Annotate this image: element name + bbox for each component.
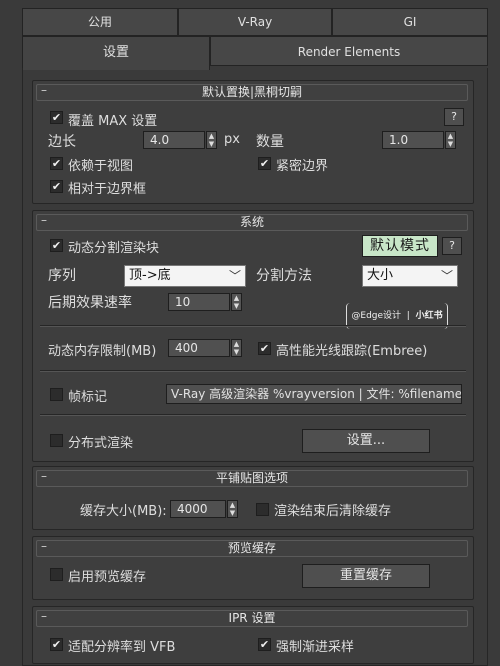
post-effects-rate-field[interactable]: 10	[168, 293, 230, 311]
edge-length-spinner[interactable]: ▲ ▼	[206, 131, 217, 149]
dynamic-split-label: 动态分割渲染块	[68, 241, 160, 256]
system-rollout-header[interactable]: – 系统	[36, 213, 468, 231]
tight-bounds-checkbox[interactable]: ✔	[258, 157, 271, 170]
post-effects-rate-spinner[interactable]: ▲ ▼	[231, 293, 242, 311]
override-max-checkbox[interactable]: ✔	[50, 111, 63, 124]
chevron-down-icon: ﹀	[440, 269, 453, 283]
system-title: 系统	[239, 215, 264, 229]
override-max-label: 覆盖 MAX 设置	[68, 114, 158, 129]
divider	[40, 414, 466, 416]
post-effects-rate-label: 后期效果速率	[48, 295, 132, 311]
relative-bbox-label: 相对于边界框	[68, 182, 147, 197]
edge-length-unit: px	[224, 132, 240, 147]
force-progressive-checkbox[interactable]: ✔	[258, 638, 271, 651]
dynamic-split-checkbox[interactable]: ✔	[50, 239, 63, 252]
preview-cache-title: 预览缓存	[227, 541, 276, 555]
collapse-icon: –	[41, 469, 47, 483]
tiled-texture-title: 平铺贴图选项	[215, 471, 288, 485]
edge-length-field[interactable]: 4.0	[143, 131, 205, 149]
view-dependent-checkbox[interactable]: ✔	[50, 157, 63, 170]
collapse-icon: –	[41, 83, 47, 97]
distributed-settings-button[interactable]: 设置...	[302, 429, 430, 453]
tab-settings[interactable]: 设置	[22, 36, 210, 70]
ipr-rollout-header[interactable]: – IPR 设置	[36, 609, 468, 627]
frame-stamp-checkbox[interactable]	[50, 388, 63, 401]
tiled-texture-rollout-header[interactable]: – 平铺贴图选项	[36, 469, 468, 487]
preview-cache-rollout-header[interactable]: – 预览缓存	[36, 539, 468, 557]
sequence-dropdown[interactable]: 顶->底 ﹀	[124, 265, 246, 287]
fit-vfb-checkbox[interactable]: ✔	[50, 638, 63, 651]
dynamic-memory-label: 动态内存限制(MB)	[48, 344, 157, 359]
view-dependent-label: 依赖于视图	[68, 159, 134, 174]
default-mode-button[interactable]: 默认模式	[362, 235, 438, 257]
frame-stamp-label: 帧标记	[68, 390, 108, 405]
displacement-help-button[interactable]: ?	[444, 108, 464, 126]
displacement-title: 默认置换|黑桐切嗣	[201, 85, 303, 99]
tab-gi[interactable]: GI	[332, 8, 488, 36]
amount-label: 数量	[256, 134, 284, 150]
watermark-divider: |	[403, 311, 413, 321]
tab-vray[interactable]: V-Ray	[178, 8, 332, 36]
collapse-icon: –	[41, 213, 47, 227]
force-progressive-label: 强制渐进采样	[276, 640, 355, 655]
relative-bbox-checkbox[interactable]: ✔	[50, 180, 63, 193]
embree-checkbox[interactable]: ✔	[258, 342, 271, 355]
embree-label: 高性能光线跟踪(Embree)	[276, 344, 428, 359]
chevron-down-icon: ﹀	[228, 269, 241, 283]
tab-render-elements[interactable]: Render Elements	[210, 36, 488, 66]
split-method-value: 大小	[367, 268, 394, 283]
tab-common[interactable]: 公用	[22, 8, 178, 36]
cache-size-field[interactable]: 4000	[170, 500, 226, 518]
amount-spinner[interactable]: ▲ ▼	[445, 131, 456, 149]
divider	[40, 325, 466, 327]
ipr-title: IPR 设置	[228, 611, 276, 625]
clear-cache-label: 渲染结束后清除缓存	[274, 504, 392, 519]
reset-cache-button[interactable]: 重置缓存	[302, 564, 430, 588]
dynamic-memory-spinner[interactable]: ▲ ▼	[231, 339, 242, 357]
cache-size-spinner[interactable]: ▲ ▼	[227, 500, 238, 518]
sequence-label: 序列	[48, 268, 76, 284]
watermark-user: @Edge设计	[351, 311, 402, 321]
collapse-icon: –	[41, 609, 47, 623]
frame-stamp-text-field[interactable]: V-Ray 高级渲染器 %vrayversion | 文件: %filename	[166, 384, 462, 404]
split-method-label: 分割方法	[256, 268, 312, 284]
displacement-rollout-header[interactable]: – 默认置换|黑桐切嗣	[36, 83, 468, 101]
edge-length-label: 边长	[48, 134, 76, 150]
watermark-brand: 小红书	[415, 311, 443, 321]
sequence-value: 顶->底	[129, 268, 171, 283]
distributed-render-label: 分布式渲染	[68, 436, 134, 451]
clear-cache-checkbox[interactable]	[256, 503, 269, 516]
amount-field[interactable]: 1.0	[382, 131, 444, 149]
distributed-render-checkbox[interactable]	[50, 434, 63, 447]
enable-preview-cache-label: 启用预览缓存	[68, 570, 147, 585]
tight-bounds-label: 紧密边界	[276, 159, 329, 174]
divider	[40, 370, 466, 372]
cache-size-label: 缓存大小(MB):	[80, 504, 167, 519]
fit-vfb-label: 适配分辨率到 VFB	[68, 640, 176, 655]
collapse-icon: –	[41, 539, 47, 553]
system-help-button[interactable]: ?	[442, 237, 462, 255]
enable-preview-cache-checkbox[interactable]	[50, 568, 63, 581]
split-method-dropdown[interactable]: 大小 ﹀	[362, 265, 458, 287]
dynamic-memory-field[interactable]: 400	[168, 339, 230, 357]
